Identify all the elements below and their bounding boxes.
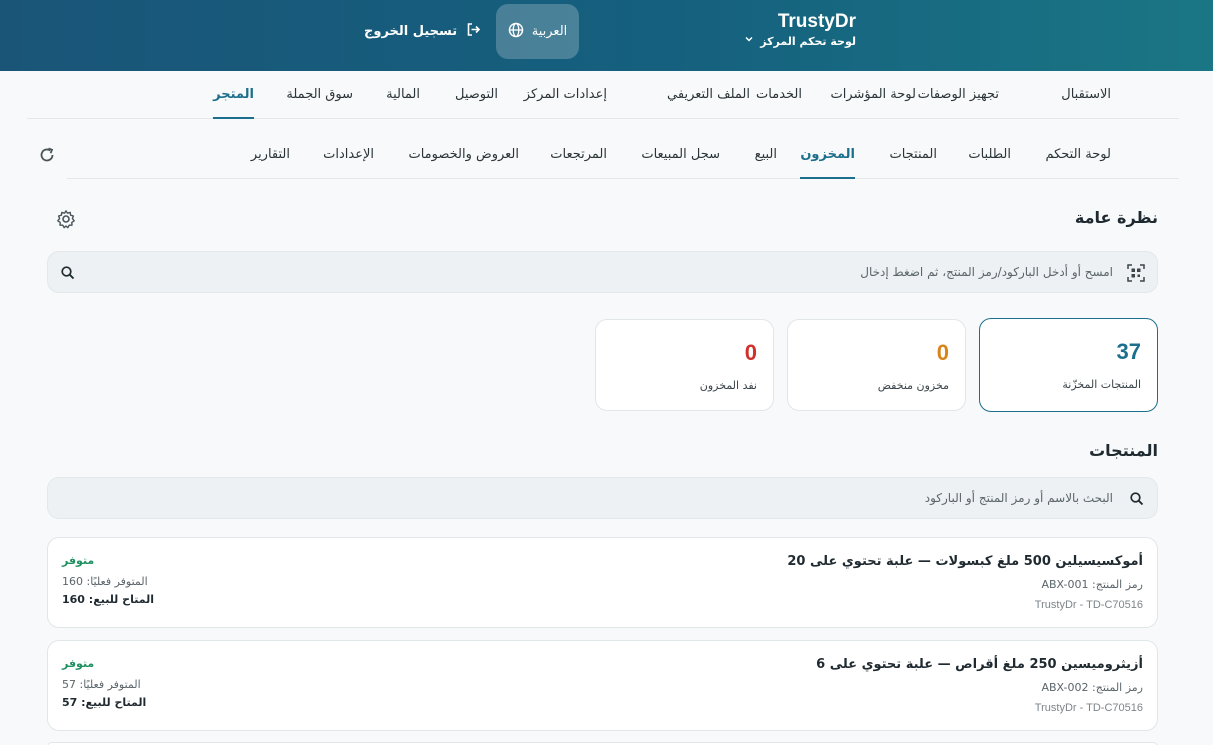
available-stock: المتاح للبيع: 57 <box>62 696 147 709</box>
main-tab-profile[interactable]: الملف التعريفي <box>667 87 750 102</box>
actual-stock: المتوفر فعليًا: 57 <box>62 678 141 691</box>
store-sub-nav: لوحة التحكم الطلبات المنتجات المخزون الب… <box>67 131 1179 179</box>
logout-button[interactable]: تسجيل الخروج <box>364 20 482 42</box>
chevron-down-icon <box>744 34 754 50</box>
search-icon[interactable] <box>60 265 76 281</box>
sub-tab-sales-log[interactable]: سجل المبيعات <box>641 147 720 162</box>
search-icon <box>1127 491 1145 509</box>
stat-value: 0 <box>936 340 949 365</box>
stat-value: 37 <box>1116 339 1141 364</box>
center-dashboard-dropdown[interactable]: لوحة تحكم المركز <box>744 34 856 50</box>
main-tab-wholesale[interactable]: سوق الجملة <box>286 87 353 102</box>
product-card[interactable]: أموكسيسيلين 500 ملغ كبسولات — علبة تحتوي… <box>47 537 1158 628</box>
logout-label: تسجيل الخروج <box>364 23 458 39</box>
sub-tab-sell[interactable]: البيع <box>755 147 777 162</box>
product-center: TrustyDr - TD-C70516 <box>1034 599 1143 611</box>
globe-icon <box>508 22 524 42</box>
language-button[interactable]: العربية <box>496 4 579 59</box>
actual-stock: المتوفر فعليًا: 160 <box>62 575 148 588</box>
dashboard-label: لوحة تحكم المركز <box>760 35 856 48</box>
main-nav: الاستقبال تجهيز الوصفات لوحة المؤشرات ال… <box>27 71 1179 119</box>
logout-icon <box>465 21 482 42</box>
stat-label: نفد المخزون <box>699 379 757 392</box>
brand: TrustyDr لوحة تحكم المركز <box>744 10 856 50</box>
stat-label: المنتجات المخزّنة <box>1062 378 1141 391</box>
product-name: أموكسيسيلين 500 ملغ كبسولات — علبة تحتوي… <box>787 554 1143 569</box>
product-code: رمز المنتج: ABX-002 <box>1041 681 1143 694</box>
refresh-icon[interactable] <box>38 146 56 164</box>
main-tab-services[interactable]: الخدمات <box>756 87 802 102</box>
stock-status: متوفر <box>62 554 95 567</box>
main-tab-indicators[interactable]: لوحة المؤشرات <box>830 87 916 102</box>
available-stock: المتاح للبيع: 160 <box>62 593 154 606</box>
sub-tab-dashboard[interactable]: لوحة التحكم <box>1045 147 1111 162</box>
sub-tab-offers[interactable]: العروض والخصومات <box>408 147 519 162</box>
stat-low-stock[interactable]: 0 مخزون منخفض <box>787 319 966 411</box>
sub-tab-settings[interactable]: الإعدادات <box>323 147 374 162</box>
product-name: أزيثروميسين 250 ملغ أقراص — علبة تحتوي ع… <box>816 657 1143 672</box>
main-tab-finance[interactable]: المالية <box>386 87 420 102</box>
products-title: المنتجات <box>1089 441 1158 460</box>
stat-stored-products[interactable]: 37 المنتجات المخزّنة <box>979 318 1158 412</box>
stat-label: مخزون منخفض <box>877 379 949 392</box>
sub-tab-orders[interactable]: الطلبات <box>968 147 1011 162</box>
main-tab-delivery[interactable]: التوصيل <box>455 87 498 102</box>
app-header: TrustyDr لوحة تحكم المركز العربية تسجيل … <box>0 0 1213 71</box>
product-center: TrustyDr - TD-C70516 <box>1034 702 1143 714</box>
sub-tab-reports[interactable]: التقارير <box>251 147 290 162</box>
product-search-placeholder: البحث بالاسم أو رمز المنتج أو الباركود <box>924 491 1113 505</box>
overview-title: نظرة عامة <box>1074 208 1158 227</box>
qr-scan-icon[interactable] <box>1127 264 1145 282</box>
scan-placeholder: امسح أو أدخل الباركود/رمز المنتج، ثم اضغ… <box>860 265 1113 279</box>
product-card[interactable]: أزيثروميسين 250 ملغ أقراص — علبة تحتوي ع… <box>47 640 1158 731</box>
product-search-input[interactable]: البحث بالاسم أو رمز المنتج أو الباركود <box>47 477 1158 519</box>
product-code: رمز المنتج: ABX-001 <box>1041 578 1143 591</box>
brand-title: TrustyDr <box>777 11 856 32</box>
barcode-scan-input[interactable]: امسح أو أدخل الباركود/رمز المنتج، ثم اضغ… <box>47 251 1158 293</box>
gear-icon[interactable] <box>56 209 76 229</box>
main-tab-store[interactable]: المتجر <box>213 87 254 119</box>
sub-tab-inventory[interactable]: المخزون <box>800 147 855 179</box>
stat-out-of-stock[interactable]: 0 نفد المخزون <box>595 319 774 411</box>
language-label: العربية <box>531 24 568 39</box>
stock-status: متوفر <box>62 657 95 670</box>
stat-value: 0 <box>744 340 757 365</box>
sub-tab-returns[interactable]: المرتجعات <box>550 147 607 162</box>
main-tab-reception[interactable]: الاستقبال <box>1061 87 1111 102</box>
main-tab-prescriptions[interactable]: تجهيز الوصفات <box>918 87 999 102</box>
sub-tab-products[interactable]: المنتجات <box>889 147 937 162</box>
main-tab-center-settings[interactable]: إعدادات المركز <box>524 87 607 102</box>
